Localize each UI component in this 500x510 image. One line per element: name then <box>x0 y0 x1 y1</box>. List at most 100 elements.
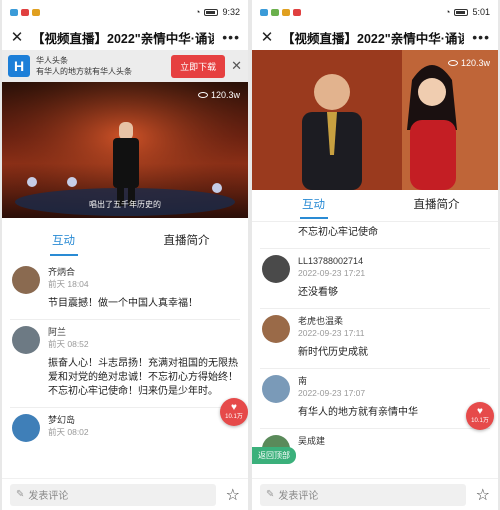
avatar[interactable] <box>262 375 290 403</box>
status-notification-icons <box>10 8 40 16</box>
input-placeholder: 发表评论 <box>278 491 319 502</box>
notification-icon <box>293 8 301 16</box>
status-bar: ◔ 5:01 <box>252 0 498 24</box>
star-icon[interactable]: ☆ <box>476 485 490 505</box>
comment-list: 不忘初心牢记使命 LL13788002714 2022-09-23 17:21 … <box>252 222 498 463</box>
status-bar: ◔ 9:32 <box>2 0 248 24</box>
avatar[interactable] <box>262 315 290 343</box>
list-item: 齐炳合 前天 18:04 节目震撼！做一个中国人真幸福！ <box>2 260 248 311</box>
eye-icon <box>197 92 208 98</box>
tab-live-intro[interactable]: 直播简介 <box>375 192 498 221</box>
list-item: LL13788002714 2022-09-23 17:21 还没看够 <box>252 249 498 300</box>
page-title: 【视频直播】2022"亲情中华·诵读... <box>282 31 465 46</box>
list-item: 南 2022-09-23 17:07 有华人的地方就有亲情中华 <box>252 369 498 420</box>
video-player[interactable]: 120.3w 唱出了五千年历史的 <box>2 82 248 218</box>
phone-screen-left: ◔ 9:32 ✕ 【视频直播】2022"亲情中华·诵读... ••• 120.3… <box>2 0 248 510</box>
comment-text: 还没看够 <box>298 287 338 298</box>
comment-input-bar: ✎ 发表评论 ☆ <box>2 478 248 510</box>
comment-text: 不忘初心牢记使命 <box>298 227 378 238</box>
comment-input[interactable]: ✎ 发表评论 <box>10 483 216 506</box>
title-bar: ✕ 【视频直播】2022"亲情中华·诵读... ••• <box>252 24 498 50</box>
download-button[interactable]: 立即下载 <box>171 54 226 78</box>
wifi-icon: ◔ <box>445 7 451 17</box>
more-options-icon[interactable]: ••• <box>222 29 240 45</box>
star-icon[interactable]: ☆ <box>226 485 240 505</box>
view-count: 120.3w <box>447 58 490 68</box>
comment-text: 节目震撼！做一个中国人真幸福！ <box>48 298 198 309</box>
close-icon[interactable]: ✕ <box>260 28 274 46</box>
close-banner-icon[interactable]: ✕ <box>231 58 242 74</box>
commenter-name: 阿兰 <box>48 327 67 337</box>
comment-text: 振奋人心！斗志昂扬！充满对祖国的无限热爱和对党的绝对忠诚！不忘初心方得始终！不忘… <box>48 358 238 397</box>
stage-scene <box>2 82 248 218</box>
comment-time: 2022-09-23 17:21 <box>298 268 366 278</box>
comment-time: 前天 08:02 <box>48 427 89 437</box>
commenter-name: 老虎也温柔 <box>298 316 344 326</box>
commenter-name: 南 <box>298 376 308 386</box>
avatar[interactable] <box>12 414 40 442</box>
commenter-name: LL13788002714 <box>298 256 364 266</box>
battery-icon <box>454 8 469 16</box>
notification-icon <box>21 8 29 16</box>
more-options-icon[interactable]: ••• <box>472 29 490 45</box>
comment-input[interactable]: ✎ 发表评论 <box>260 483 466 506</box>
notification-icon <box>32 8 40 16</box>
list-item: 梦幻岛 前天 08:02 <box>2 408 248 442</box>
app-logo: H <box>8 55 30 77</box>
wifi-icon: ◔ <box>195 7 201 17</box>
avatar[interactable] <box>12 326 40 354</box>
view-count: 120.3w <box>197 90 240 100</box>
app-download-banner: H 华人头条 有华人的地方就有华人头条 立即下载 ✕ <box>2 50 248 82</box>
like-count: 10.1万 <box>225 414 243 420</box>
tab-interaction[interactable]: 互动 <box>2 228 125 258</box>
like-count: 10.1万 <box>471 418 489 424</box>
avatar[interactable] <box>262 255 290 283</box>
comment-input-bar: ✎ 发表评论 ☆ <box>252 478 498 510</box>
close-icon[interactable]: ✕ <box>10 28 24 46</box>
title-bar: ✕ 【视频直播】2022"亲情中华·诵读... ••• <box>2 24 248 50</box>
notification-icon <box>10 8 18 16</box>
heart-icon: ♥ <box>231 402 237 413</box>
status-notification-icons <box>260 8 301 16</box>
input-placeholder: 发表评论 <box>28 491 69 502</box>
battery-icon <box>204 8 219 16</box>
back-to-top-button[interactable]: 返回顶部 <box>252 447 296 464</box>
phone-screen-right: ◔ 5:01 ✕ 【视频直播】2022"亲情中华·诵读... ••• 120.3… <box>252 0 498 510</box>
notification-icon <box>260 8 268 16</box>
like-button[interactable]: ♥ 10.1万 <box>220 398 248 426</box>
clock: 5:01 <box>472 7 490 17</box>
view-count-value: 120.3w <box>460 58 490 68</box>
pencil-icon: ✎ <box>266 489 275 500</box>
list-item: 老虎也温柔 2022-09-23 17:11 新时代历史成就 <box>252 309 498 360</box>
commenter-name: 梦幻岛 <box>48 415 76 425</box>
commenter-name: 齐炳合 <box>48 267 76 277</box>
comment-time: 2022-09-23 17:07 <box>298 388 366 398</box>
comment-list: 齐炳合 前天 18:04 节目震撼！做一个中国人真幸福！ 阿兰 前天 08:52… <box>2 260 248 442</box>
tab-live-intro[interactable]: 直播简介 <box>125 228 248 258</box>
tab-bar: 互动 直播简介 <box>252 192 498 222</box>
banner-app-name: 华人头条 <box>36 56 68 65</box>
comment-text: 新时代历史成就 <box>298 347 368 358</box>
video-player[interactable]: 120.3w <box>252 50 498 190</box>
eye-icon <box>447 60 458 66</box>
like-button[interactable]: ♥ 10.1万 <box>466 402 494 430</box>
comment-time: 前天 08:52 <box>48 339 89 349</box>
avatar[interactable] <box>12 266 40 294</box>
pencil-icon: ✎ <box>16 489 25 500</box>
clock: 9:32 <box>222 7 240 17</box>
video-subtitle: 唱出了五千年历史的 <box>89 200 161 209</box>
notification-icon <box>271 8 279 16</box>
banner-slogan: 有华人的地方就有华人头条 <box>36 67 132 76</box>
view-count-value: 120.3w <box>210 90 240 100</box>
notification-icon <box>282 8 290 16</box>
commenter-name: 吴成建 <box>298 436 326 446</box>
tab-interaction[interactable]: 互动 <box>252 192 375 221</box>
comment-time: 2022-09-23 17:11 <box>298 328 365 338</box>
list-item: 阿兰 前天 08:52 振奋人心！斗志昂扬！充满对祖国的无限热爱和对党的绝对忠诚… <box>2 320 248 399</box>
heart-icon: ♥ <box>477 406 483 417</box>
tab-bar: 互动 直播简介 <box>2 228 248 258</box>
comment-text: 有华人的地方就有亲情中华 <box>298 407 418 418</box>
stage-scene <box>252 50 498 190</box>
page-title: 【视频直播】2022"亲情中华·诵读... <box>32 31 215 46</box>
comment-time: 前天 18:04 <box>48 279 89 289</box>
